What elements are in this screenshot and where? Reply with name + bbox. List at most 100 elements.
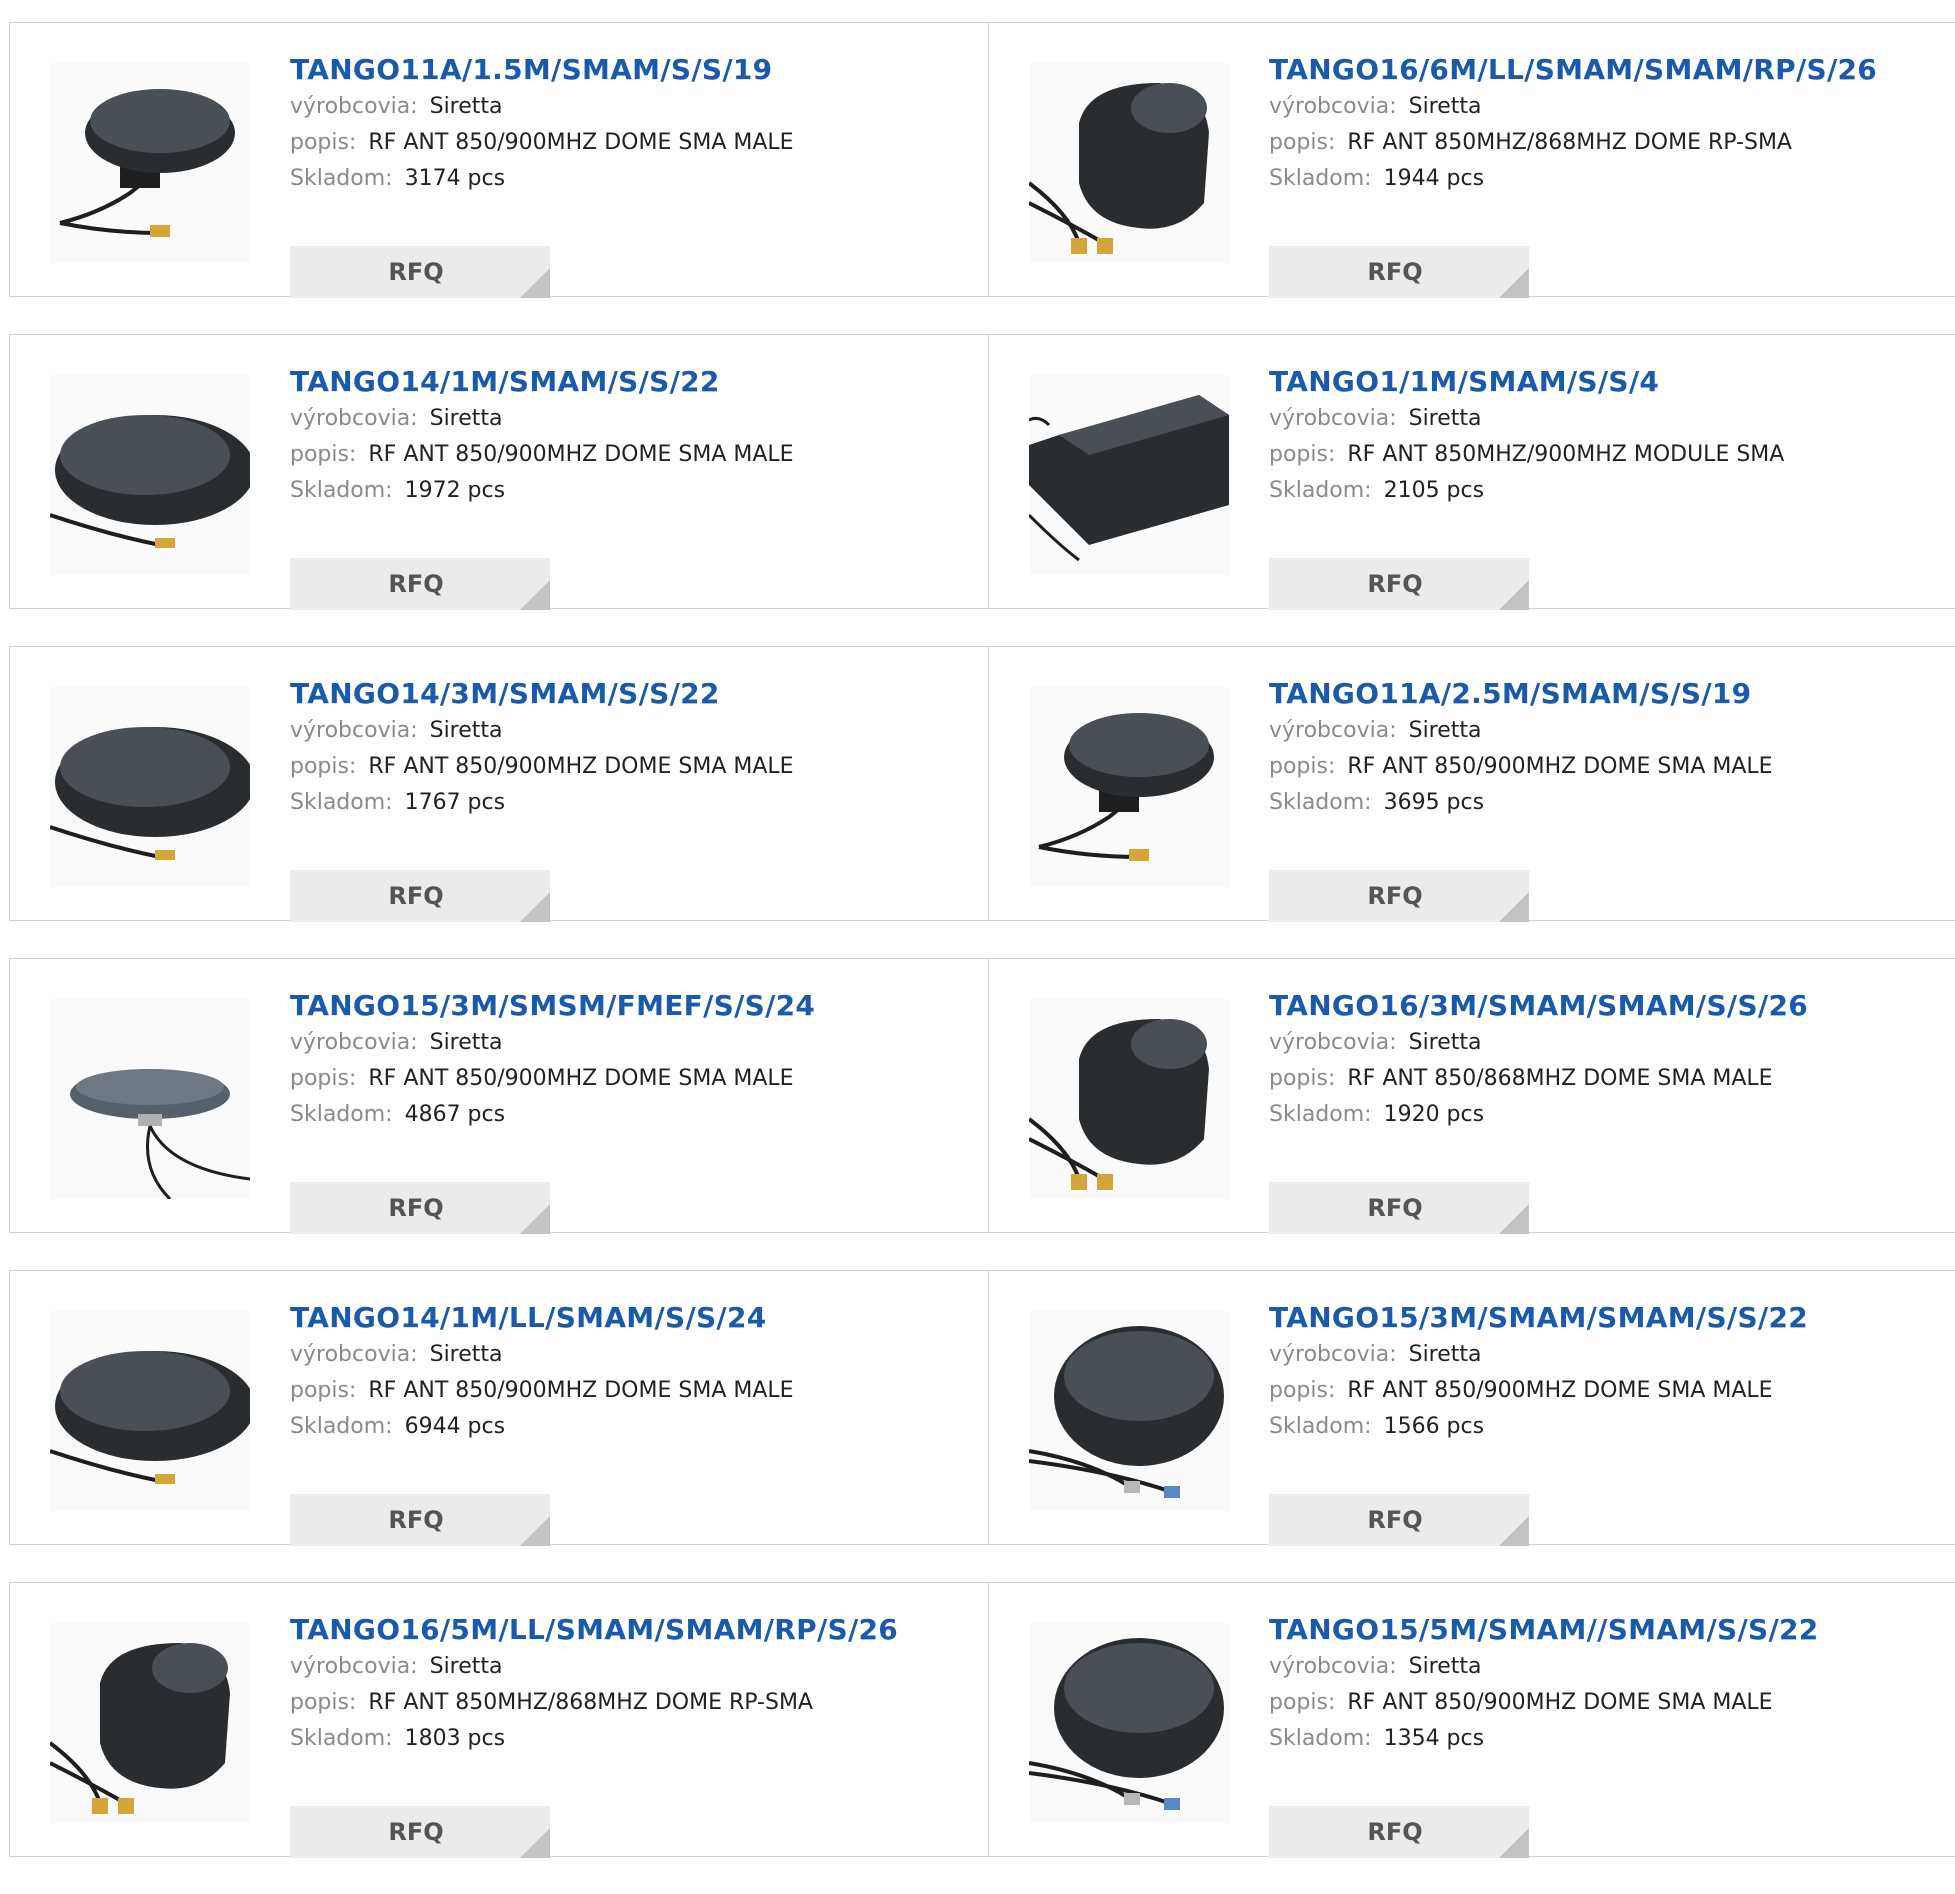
rfq-button[interactable]: RFQ	[1269, 1494, 1529, 1546]
description-line: popis: RF ANT 850MHZ/868MHZ DOME RP-SMA	[290, 1685, 970, 1721]
product-image-link[interactable]	[1029, 1311, 1229, 1511]
rfq-button[interactable]: RFQ	[1269, 1806, 1529, 1858]
rfq-button[interactable]: RFQ	[290, 1806, 550, 1858]
description-value: RF ANT 850/900MHZ DOME SMA MALE	[1347, 1690, 1773, 1715]
product-part-number-link[interactable]: TANGO1/1M/SMAM/S/S/4	[1269, 363, 1949, 401]
rfq-label: RFQ	[388, 882, 444, 910]
product-part-number-link[interactable]: TANGO16/5M/LL/SMAM/SMAM/RP/S/26	[290, 1611, 970, 1649]
product-card: TANGO11A/2.5M/SMAM/S/S/19 výrobcovia: Sir…	[988, 647, 1955, 922]
rfq-label: RFQ	[388, 258, 444, 286]
product-row: TANGO16/5M/LL/SMAM/SMAM/RP/S/26 výrobcov…	[9, 1582, 1955, 1858]
rfq-button[interactable]: RFQ	[290, 246, 550, 298]
manufacturer-value: Siretta	[429, 94, 503, 119]
description-label: popis:	[290, 130, 357, 155]
antenna-dome-tall-icon	[1029, 83, 1209, 254]
antenna-dome-round-icon	[59, 89, 235, 237]
product-image-link[interactable]	[50, 687, 250, 887]
description-label: popis:	[1269, 1378, 1336, 1403]
description-value: RF ANT 850/900MHZ DOME SMA MALE	[1347, 1378, 1773, 1403]
stock-label: Skladom:	[1269, 790, 1372, 815]
manufacturer-value: Siretta	[1408, 718, 1482, 743]
description-label: popis:	[1269, 1690, 1336, 1715]
manufacturer-value: Siretta	[429, 1654, 503, 1679]
stock-value: 6944 pcs	[404, 1414, 506, 1439]
description-value: RF ANT 850/900MHZ DOME SMA MALE	[1347, 754, 1773, 779]
manufacturer-line: výrobcovia: Siretta	[290, 89, 970, 125]
stock-value: 1944 pcs	[1383, 166, 1485, 191]
product-image-link[interactable]	[1029, 1623, 1229, 1823]
product-row: TANGO14/3M/SMAM/S/S/22 výrobcovia: Sirett…	[9, 646, 1955, 922]
product-part-number-link[interactable]: TANGO11A/2.5M/SMAM/S/S/19	[1269, 675, 1949, 713]
stock-label: Skladom:	[1269, 1102, 1372, 1127]
product-image-link[interactable]	[50, 63, 250, 263]
product-image-link[interactable]	[50, 1623, 250, 1823]
description-line: popis: RF ANT 850/900MHZ DOME SMA MALE	[290, 1373, 970, 1409]
stock-line: Skladom: 6944 pcs	[290, 1409, 970, 1445]
rfq-button[interactable]: RFQ	[290, 1182, 550, 1234]
product-part-number-link[interactable]: TANGO16/6M/LL/SMAM/SMAM/RP/S/26	[1269, 51, 1949, 89]
product-info: TANGO15/3M/SMAM/SMAM/S/S/22 výrobcovia: S…	[1269, 1299, 1949, 1546]
product-part-number-link[interactable]: TANGO15/5M/SMAM//SMAM/S/S/22	[1269, 1611, 1949, 1649]
product-image-link[interactable]	[1029, 375, 1229, 575]
antenna-module-icon	[1029, 395, 1229, 562]
product-card: TANGO15/5M/SMAM//SMAM/S/S/22 výrobcovia:…	[988, 1583, 1955, 1858]
product-row: TANGO11A/1.5M/SMAM/S/S/19 výrobcovia: Sir…	[9, 22, 1955, 298]
manufacturer-value: Siretta	[429, 1030, 503, 1055]
manufacturer-line: výrobcovia: Siretta	[290, 401, 970, 437]
corner-fold-icon	[1499, 580, 1529, 610]
rfq-button[interactable]: RFQ	[1269, 246, 1529, 298]
description-line: popis: RF ANT 850MHZ/900MHZ MODULE SMA	[1269, 437, 1949, 473]
manufacturer-label: výrobcovia:	[1269, 1342, 1397, 1367]
manufacturer-value: Siretta	[1408, 406, 1482, 431]
product-image-link[interactable]	[50, 1311, 250, 1511]
antenna-dome-small-icon	[70, 1069, 250, 1199]
product-image-link[interactable]	[50, 999, 250, 1199]
manufacturer-label: výrobcovia:	[1269, 1654, 1397, 1679]
description-value: RF ANT 850/868MHZ DOME SMA MALE	[1347, 1066, 1773, 1091]
description-line: popis: RF ANT 850/900MHZ DOME SMA MALE	[290, 125, 970, 161]
stock-label: Skladom:	[1269, 478, 1372, 503]
product-info: TANGO15/3M/SMSM/FMEF/S/S/24 výrobcovia: S…	[290, 987, 970, 1234]
product-part-number-link[interactable]: TANGO14/1M/LL/SMAM/S/S/24	[290, 1299, 970, 1337]
stock-label: Skladom:	[290, 478, 393, 503]
stock-value: 1803 pcs	[404, 1726, 506, 1751]
stock-line: Skladom: 1803 pcs	[290, 1721, 970, 1757]
product-row: TANGO14/1M/SMAM/S/S/22 výrobcovia: Sirett…	[9, 334, 1955, 610]
product-image-link[interactable]	[1029, 63, 1229, 263]
product-image-link[interactable]	[50, 375, 250, 575]
rfq-button[interactable]: RFQ	[290, 558, 550, 610]
description-value: RF ANT 850/900MHZ DOME SMA MALE	[368, 442, 794, 467]
antenna-dome-wide-icon	[1029, 1638, 1224, 1810]
product-grid: TANGO11A/1.5M/SMAM/S/S/19 výrobcovia: Sir…	[9, 22, 1955, 1894]
product-image-link[interactable]	[1029, 687, 1229, 887]
product-image-link[interactable]	[1029, 999, 1229, 1199]
product-info: TANGO15/5M/SMAM//SMAM/S/S/22 výrobcovia:…	[1269, 1611, 1949, 1858]
manufacturer-label: výrobcovia:	[1269, 406, 1397, 431]
stock-line: Skladom: 1920 pcs	[1269, 1097, 1949, 1133]
stock-label: Skladom:	[290, 1726, 393, 1751]
rfq-label: RFQ	[388, 1194, 444, 1222]
rfq-button[interactable]: RFQ	[290, 870, 550, 922]
corner-fold-icon	[1499, 1828, 1529, 1858]
antenna-dome-tall-icon	[50, 1643, 230, 1814]
rfq-button[interactable]: RFQ	[290, 1494, 550, 1546]
rfq-button[interactable]: RFQ	[1269, 558, 1529, 610]
product-part-number-link[interactable]: TANGO15/3M/SMSM/FMEF/S/S/24	[290, 987, 970, 1025]
manufacturer-label: výrobcovia:	[290, 406, 418, 431]
description-line: popis: RF ANT 850/900MHZ DOME SMA MALE	[1269, 749, 1949, 785]
description-value: RF ANT 850/900MHZ DOME SMA MALE	[368, 1378, 794, 1403]
stock-value: 1767 pcs	[404, 790, 506, 815]
product-part-number-link[interactable]: TANGO14/1M/SMAM/S/S/22	[290, 363, 970, 401]
rfq-label: RFQ	[1367, 882, 1423, 910]
rfq-button[interactable]: RFQ	[1269, 1182, 1529, 1234]
rfq-button[interactable]: RFQ	[1269, 870, 1529, 922]
antenna-dome-flat-icon	[50, 415, 250, 548]
product-part-number-link[interactable]: TANGO16/3M/SMAM/SMAM/S/S/26	[1269, 987, 1949, 1025]
product-part-number-link[interactable]: TANGO14/3M/SMAM/S/S/22	[290, 675, 970, 713]
stock-label: Skladom:	[1269, 1726, 1372, 1751]
product-info: TANGO11A/2.5M/SMAM/S/S/19 výrobcovia: Sir…	[1269, 675, 1949, 922]
product-part-number-link[interactable]: TANGO15/3M/SMAM/SMAM/S/S/22	[1269, 1299, 1949, 1337]
product-part-number-link[interactable]: TANGO11A/1.5M/SMAM/S/S/19	[290, 51, 970, 89]
manufacturer-line: výrobcovia: Siretta	[290, 713, 970, 749]
manufacturer-label: výrobcovia:	[1269, 94, 1397, 119]
